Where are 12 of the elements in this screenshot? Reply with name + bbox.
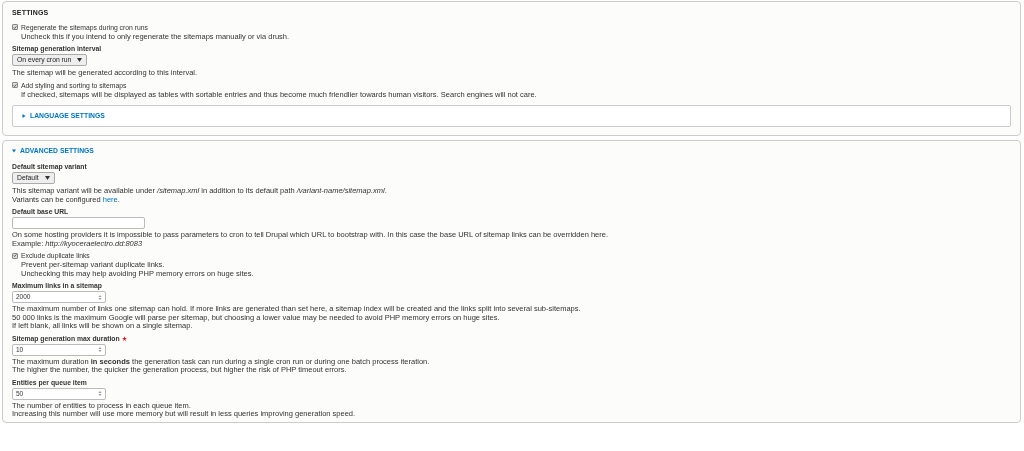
required-icon	[121, 335, 127, 341]
input-field[interactable]	[12, 217, 145, 230]
spinner-icon	[98, 293, 102, 301]
caret-icon	[44, 176, 50, 181]
checkbox[interactable]	[12, 24, 18, 30]
checkbox[interactable]	[12, 252, 18, 259]
spinner-icon	[98, 346, 102, 354]
caret-icon	[22, 114, 26, 118]
caret-icon	[77, 58, 83, 62]
checkbox[interactable]	[12, 82, 18, 88]
caret-icon	[12, 149, 16, 154]
spinner-icon	[98, 390, 102, 398]
